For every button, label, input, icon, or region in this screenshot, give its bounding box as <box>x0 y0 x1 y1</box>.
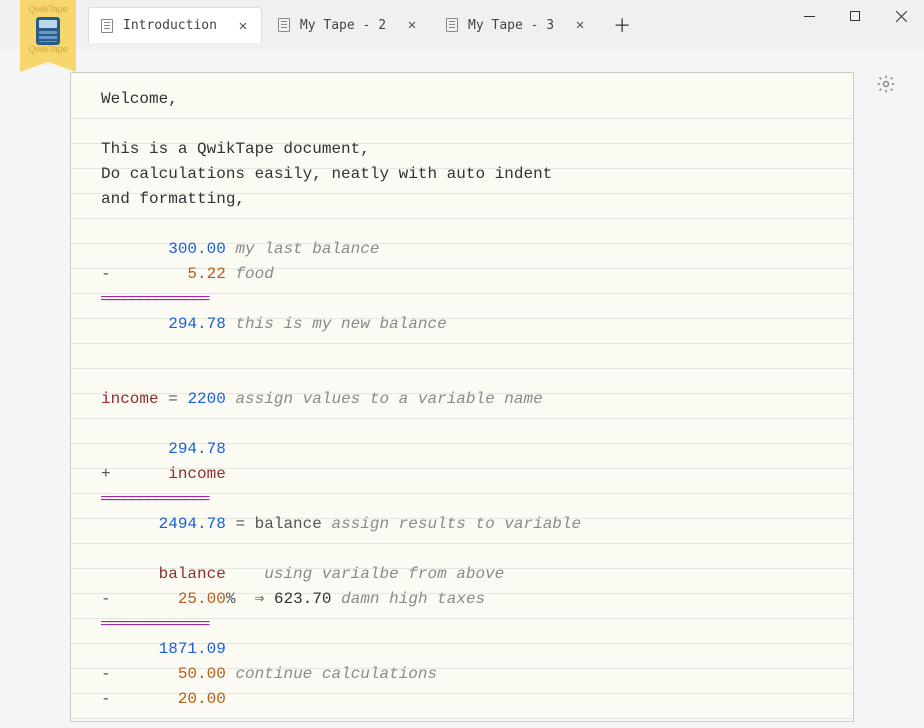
operator: - <box>101 690 111 708</box>
close-icon[interactable]: ✕ <box>404 17 420 33</box>
close-icon[interactable]: ✕ <box>572 17 588 33</box>
close-icon[interactable]: ✕ <box>235 18 251 34</box>
comment: food <box>235 265 273 283</box>
operator: = <box>168 390 178 408</box>
number: 5.22 <box>187 265 225 283</box>
comment: assign values to a variable name <box>235 390 542 408</box>
comment: my last balance <box>235 240 379 258</box>
tab-introduction[interactable]: Introduction ✕ <box>88 7 262 43</box>
variable: income <box>168 465 226 483</box>
comment: assign results to variable <box>331 515 581 533</box>
text-line: Do calculations easily, neatly with auto… <box>101 165 552 183</box>
number: 20.00 <box>178 690 226 708</box>
operator: + <box>101 465 111 483</box>
number: 2200 <box>187 390 225 408</box>
comment: damn high taxes <box>341 590 485 608</box>
number: 25.00 <box>178 590 226 608</box>
number: 2494.78 <box>159 515 226 533</box>
operator: - <box>101 590 111 608</box>
operator: - <box>101 265 111 283</box>
editor[interactable]: Welcome, This is a QwikTape document, Do… <box>70 72 854 722</box>
number: 300.00 <box>168 240 226 258</box>
separator: ══════════════ <box>101 490 207 508</box>
app-logo: QwikTape QwikTape <box>20 0 76 62</box>
maximize-button[interactable] <box>832 0 878 32</box>
result: 623.70 <box>274 590 332 608</box>
document-icon <box>446 18 458 32</box>
document-icon <box>101 19 113 33</box>
comment: continue calculations <box>235 665 437 683</box>
tab-my-tape-2[interactable]: My Tape - 2 ✕ <box>266 7 430 43</box>
tab-bar: Introduction ✕ My Tape - 2 ✕ My Tape - 3… <box>0 0 924 50</box>
add-tab-button[interactable]: ＋ <box>612 15 632 35</box>
variable: balance <box>159 565 226 583</box>
arrow: ⇒ <box>255 590 265 608</box>
comment: using varialbe from above <box>264 565 504 583</box>
tab-label: My Tape - 3 <box>468 18 554 33</box>
window-controls <box>786 0 924 32</box>
number: 50.00 <box>178 665 226 683</box>
close-window-button[interactable] <box>878 0 924 32</box>
text-line: This is a QwikTape document, <box>101 140 370 158</box>
text-line: and formatting, <box>101 190 245 208</box>
gear-icon[interactable] <box>876 74 896 94</box>
assignment: = balance <box>235 515 321 533</box>
tab-label: Introduction <box>123 18 217 33</box>
comment: this is my new balance <box>235 315 446 333</box>
number: 1871.09 <box>159 640 226 658</box>
minimize-button[interactable] <box>786 0 832 32</box>
content-area: Welcome, This is a QwikTape document, Do… <box>0 50 924 722</box>
number: 294.78 <box>168 315 226 333</box>
separator: ══════════════ <box>101 615 207 633</box>
document-content[interactable]: Welcome, This is a QwikTape document, Do… <box>71 73 853 712</box>
operator: - <box>101 665 111 683</box>
tab-label: My Tape - 2 <box>300 18 386 33</box>
number: 294.78 <box>168 440 226 458</box>
tab-my-tape-3[interactable]: My Tape - 3 ✕ <box>434 7 598 43</box>
text-line: Welcome, <box>101 90 178 108</box>
variable: income <box>101 390 159 408</box>
percent: % <box>226 590 236 608</box>
separator: ══════════════ <box>101 290 207 308</box>
document-icon <box>278 18 290 32</box>
calculator-icon <box>36 17 60 45</box>
